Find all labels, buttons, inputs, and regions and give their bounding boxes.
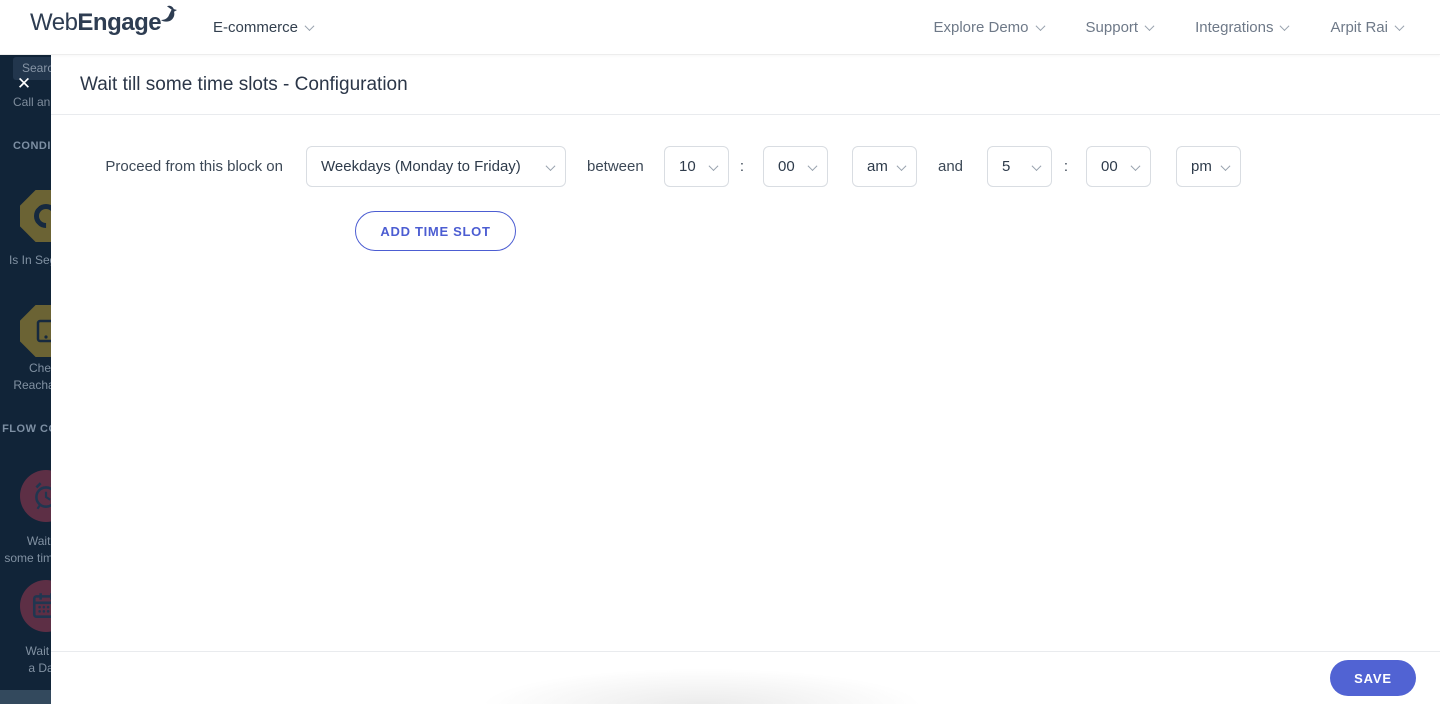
label-line: a Date bbox=[28, 661, 51, 675]
start-hour-select[interactable]: 10 bbox=[664, 146, 729, 187]
start-meridiem-select[interactable]: am bbox=[852, 146, 917, 187]
chevron-down-icon bbox=[1035, 21, 1045, 32]
chevron-down-icon bbox=[1220, 161, 1231, 172]
project-menu-label: E-commerce bbox=[213, 19, 299, 36]
proceed-label: Proceed from this block on bbox=[105, 158, 283, 175]
chevron-down-icon bbox=[1130, 161, 1141, 172]
label-line: Reachability bbox=[13, 378, 51, 392]
chevron-down-icon bbox=[1031, 161, 1042, 172]
label-line: Wait till bbox=[26, 534, 51, 548]
project-menu[interactable]: E-commerce bbox=[213, 0, 315, 55]
nav-item-explore-demo[interactable]: Explore Demo bbox=[933, 19, 1045, 36]
chevron-down-icon bbox=[1144, 21, 1155, 32]
label-line: Is In Segment bbox=[8, 253, 51, 267]
nav-item-integrations[interactable]: Integrations bbox=[1195, 19, 1290, 36]
nav-item-support[interactable]: Support bbox=[1085, 19, 1155, 36]
add-time-slot-button[interactable]: ADD TIME SLOT bbox=[355, 211, 516, 251]
and-label: and bbox=[938, 158, 964, 175]
time-colon: : bbox=[739, 158, 745, 175]
chevron-down-icon bbox=[304, 21, 315, 32]
label-line: some time slots bbox=[4, 551, 51, 565]
sidebar-item-label: Is In Segment bbox=[0, 252, 51, 269]
day-select[interactable]: Weekdays (Monday to Friday) bbox=[306, 146, 566, 187]
chevron-down-icon bbox=[896, 161, 907, 172]
between-label: between bbox=[587, 158, 644, 175]
time-slot-configuration-modal: Wait till some time slots - Configuratio… bbox=[51, 55, 1440, 704]
end-meridiem-select[interactable]: pm bbox=[1176, 146, 1241, 187]
sidebar-bottom-strip bbox=[0, 690, 51, 704]
sidebar-item-label: Check Reachability bbox=[0, 360, 51, 394]
segment-icon bbox=[29, 199, 51, 233]
label-line: Check bbox=[28, 361, 51, 375]
sidebar-item-label: Wait till some time slots bbox=[0, 533, 51, 567]
alarm-clock-icon bbox=[35, 482, 51, 510]
top-nav: Web Engage E-commerce Explore Demo Suppor… bbox=[0, 0, 1440, 55]
user-name-label: Arpit Rai bbox=[1330, 19, 1388, 36]
save-button[interactable]: SAVE bbox=[1330, 660, 1416, 696]
start-minute-select[interactable]: 00 bbox=[763, 146, 828, 187]
sidebar-section-flow-control: FLOW CONTROL bbox=[2, 423, 51, 435]
day-select-value: Weekdays (Monday to Friday) bbox=[321, 158, 521, 175]
webengage-logo[interactable]: Web Engage bbox=[30, 5, 181, 37]
page: Web Engage E-commerce Explore Demo Suppor… bbox=[0, 0, 1440, 704]
chevron-down-icon bbox=[545, 161, 556, 172]
end-meridiem-value: pm bbox=[1191, 158, 1212, 175]
start-minute-value: 00 bbox=[778, 158, 795, 175]
sidebar-item-wait-time-slots[interactable] bbox=[20, 470, 51, 522]
chevron-down-icon bbox=[1280, 21, 1290, 32]
end-minute-value: 00 bbox=[1101, 158, 1118, 175]
logo-text-engage: Engage bbox=[77, 9, 162, 36]
sidebar-section-conditions: CONDITIONS bbox=[12, 140, 51, 152]
sidebar-item-is-in-segment[interactable] bbox=[20, 190, 51, 242]
start-meridiem-value: am bbox=[867, 158, 888, 175]
nav-item-label: Explore Demo bbox=[933, 19, 1029, 36]
journey-blocks-sidebar: Search Call an API CONDITIONS Is In Segm… bbox=[0, 55, 51, 704]
device-reachability-icon bbox=[36, 319, 51, 343]
time-colon: : bbox=[1063, 158, 1069, 175]
start-hour-value: 10 bbox=[679, 158, 696, 175]
logo-text-web: Web bbox=[30, 9, 78, 36]
calendar-icon bbox=[32, 593, 51, 618]
modal-footer: SAVE bbox=[51, 651, 1440, 704]
modal-title: Wait till some time slots - Configuratio… bbox=[80, 73, 408, 95]
sidebar-item-label: Wait for a Date bbox=[0, 643, 51, 677]
sidebar-item-wait-for-date[interactable] bbox=[20, 580, 51, 632]
nav-item-user-menu[interactable]: Arpit Rai bbox=[1330, 19, 1405, 36]
close-icon[interactable]: ✕ bbox=[14, 74, 34, 94]
end-hour-select[interactable]: 5 bbox=[987, 146, 1052, 187]
modal-header: Wait till some time slots - Configuratio… bbox=[51, 55, 1440, 115]
chevron-down-icon bbox=[1394, 21, 1405, 32]
end-minute-select[interactable]: 00 bbox=[1086, 146, 1151, 187]
nav-item-label: Integrations bbox=[1195, 19, 1274, 36]
webengage-bird-icon bbox=[161, 5, 178, 22]
sidebar-item-check-reachability[interactable] bbox=[20, 305, 51, 357]
chevron-down-icon bbox=[807, 161, 818, 172]
chevron-down-icon bbox=[708, 161, 719, 172]
sidebar-item-call-an-api[interactable]: Call an API bbox=[13, 95, 51, 109]
nav-item-label: Support bbox=[1085, 19, 1139, 36]
nav-right-menu: Explore Demo Support Integrations Arpit … bbox=[933, 0, 1405, 55]
label-line: Wait for bbox=[25, 644, 51, 658]
footer-shadow bbox=[447, 656, 957, 704]
end-hour-value: 5 bbox=[1002, 158, 1011, 175]
